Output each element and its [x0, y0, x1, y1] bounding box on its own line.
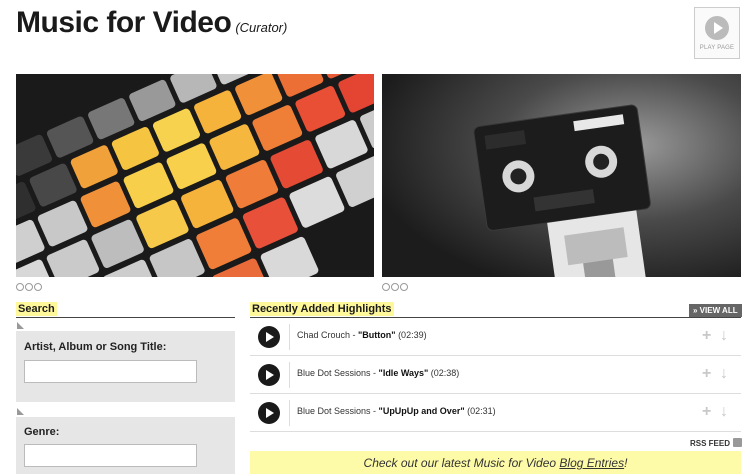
play-button[interactable] [258, 326, 280, 348]
track-artist[interactable]: Chad Crouch - [297, 330, 358, 340]
track-row: Blue Dot Sessions - "Idle Ways" (02:38) … [250, 356, 741, 394]
track-info: Blue Dot Sessions - "Idle Ways" (02:38) [297, 368, 459, 378]
page-title-text: Music for Video [16, 6, 232, 39]
genre-filter-label: Genre: [24, 426, 60, 438]
rss-feed-link[interactable]: RSS FEED [690, 438, 743, 448]
title-filter-panel: Artist, Album or Song Title: [16, 322, 235, 402]
add-icon[interactable]: + [702, 328, 711, 344]
genre-filter-panel: Genre: [16, 408, 235, 474]
rss-icon [733, 438, 743, 447]
collapse-triangle-icon[interactable] [17, 322, 24, 329]
blog-banner-text: Check out our latest Music for Video [363, 456, 560, 470]
rss-feed-label: RSS FEED [690, 439, 731, 448]
track-title[interactable]: "Button" [358, 330, 396, 340]
highlights-heading-text: Recently Added Highlights [250, 302, 394, 316]
license-icons-right [382, 283, 409, 293]
title-filter-label: Artist, Album or Song Title: [24, 341, 167, 353]
track-info: Chad Crouch - "Button" (02:39) [297, 330, 427, 340]
add-icon[interactable]: + [702, 366, 711, 382]
track-info: Blue Dot Sessions - "UpUpUp and Over" (0… [297, 406, 496, 416]
play-button[interactable] [258, 402, 280, 424]
track-artist[interactable]: Blue Dot Sessions - [297, 406, 379, 416]
cassette-photo [382, 74, 741, 277]
download-icon[interactable]: ↓ [720, 328, 728, 344]
title-search-input[interactable] [24, 360, 197, 383]
divider [289, 400, 290, 426]
divider [289, 362, 290, 388]
play-page-button[interactable]: PLAY PAGE [694, 7, 740, 59]
track-row: Blue Dot Sessions - "UpUpUp and Over" (0… [250, 394, 741, 432]
blog-banner: Check out our latest Music for Video Blo… [250, 451, 741, 474]
download-icon[interactable]: ↓ [720, 366, 728, 382]
play-button[interactable] [258, 364, 280, 386]
highlights-heading: Recently Added Highlights [250, 302, 394, 316]
view-all-button[interactable]: » VIEW ALL [689, 304, 742, 317]
track-artist[interactable]: Blue Dot Sessions - [297, 368, 379, 378]
download-icon[interactable]: ↓ [720, 404, 728, 420]
play-page-label: PLAY PAGE [699, 45, 735, 51]
track-duration: (02:39) [395, 330, 427, 340]
track-duration: (02:31) [464, 406, 496, 416]
track-row: Chad Crouch - "Button" (02:39) + ↓ [250, 318, 741, 356]
track-title[interactable]: "UpUpUp and Over" [379, 406, 465, 416]
keyboard-photo [16, 74, 374, 277]
curator-label: (Curator) [235, 20, 288, 35]
blog-entries-link[interactable]: Blog Entries [559, 456, 624, 470]
blog-banner-end: ! [624, 456, 628, 470]
license-icons-left [16, 283, 43, 293]
track-title[interactable]: "Idle Ways" [379, 368, 429, 378]
play-icon [705, 16, 729, 40]
divider [289, 324, 290, 350]
track-duration: (02:38) [428, 368, 460, 378]
search-heading: Search [16, 302, 57, 316]
collapse-triangle-icon[interactable] [17, 408, 24, 415]
search-heading-text: Search [16, 302, 57, 316]
page-title: Music for Video (Curator) [16, 6, 287, 40]
search-divider [16, 317, 235, 318]
add-icon[interactable]: + [702, 404, 711, 420]
genre-input[interactable] [24, 444, 197, 467]
